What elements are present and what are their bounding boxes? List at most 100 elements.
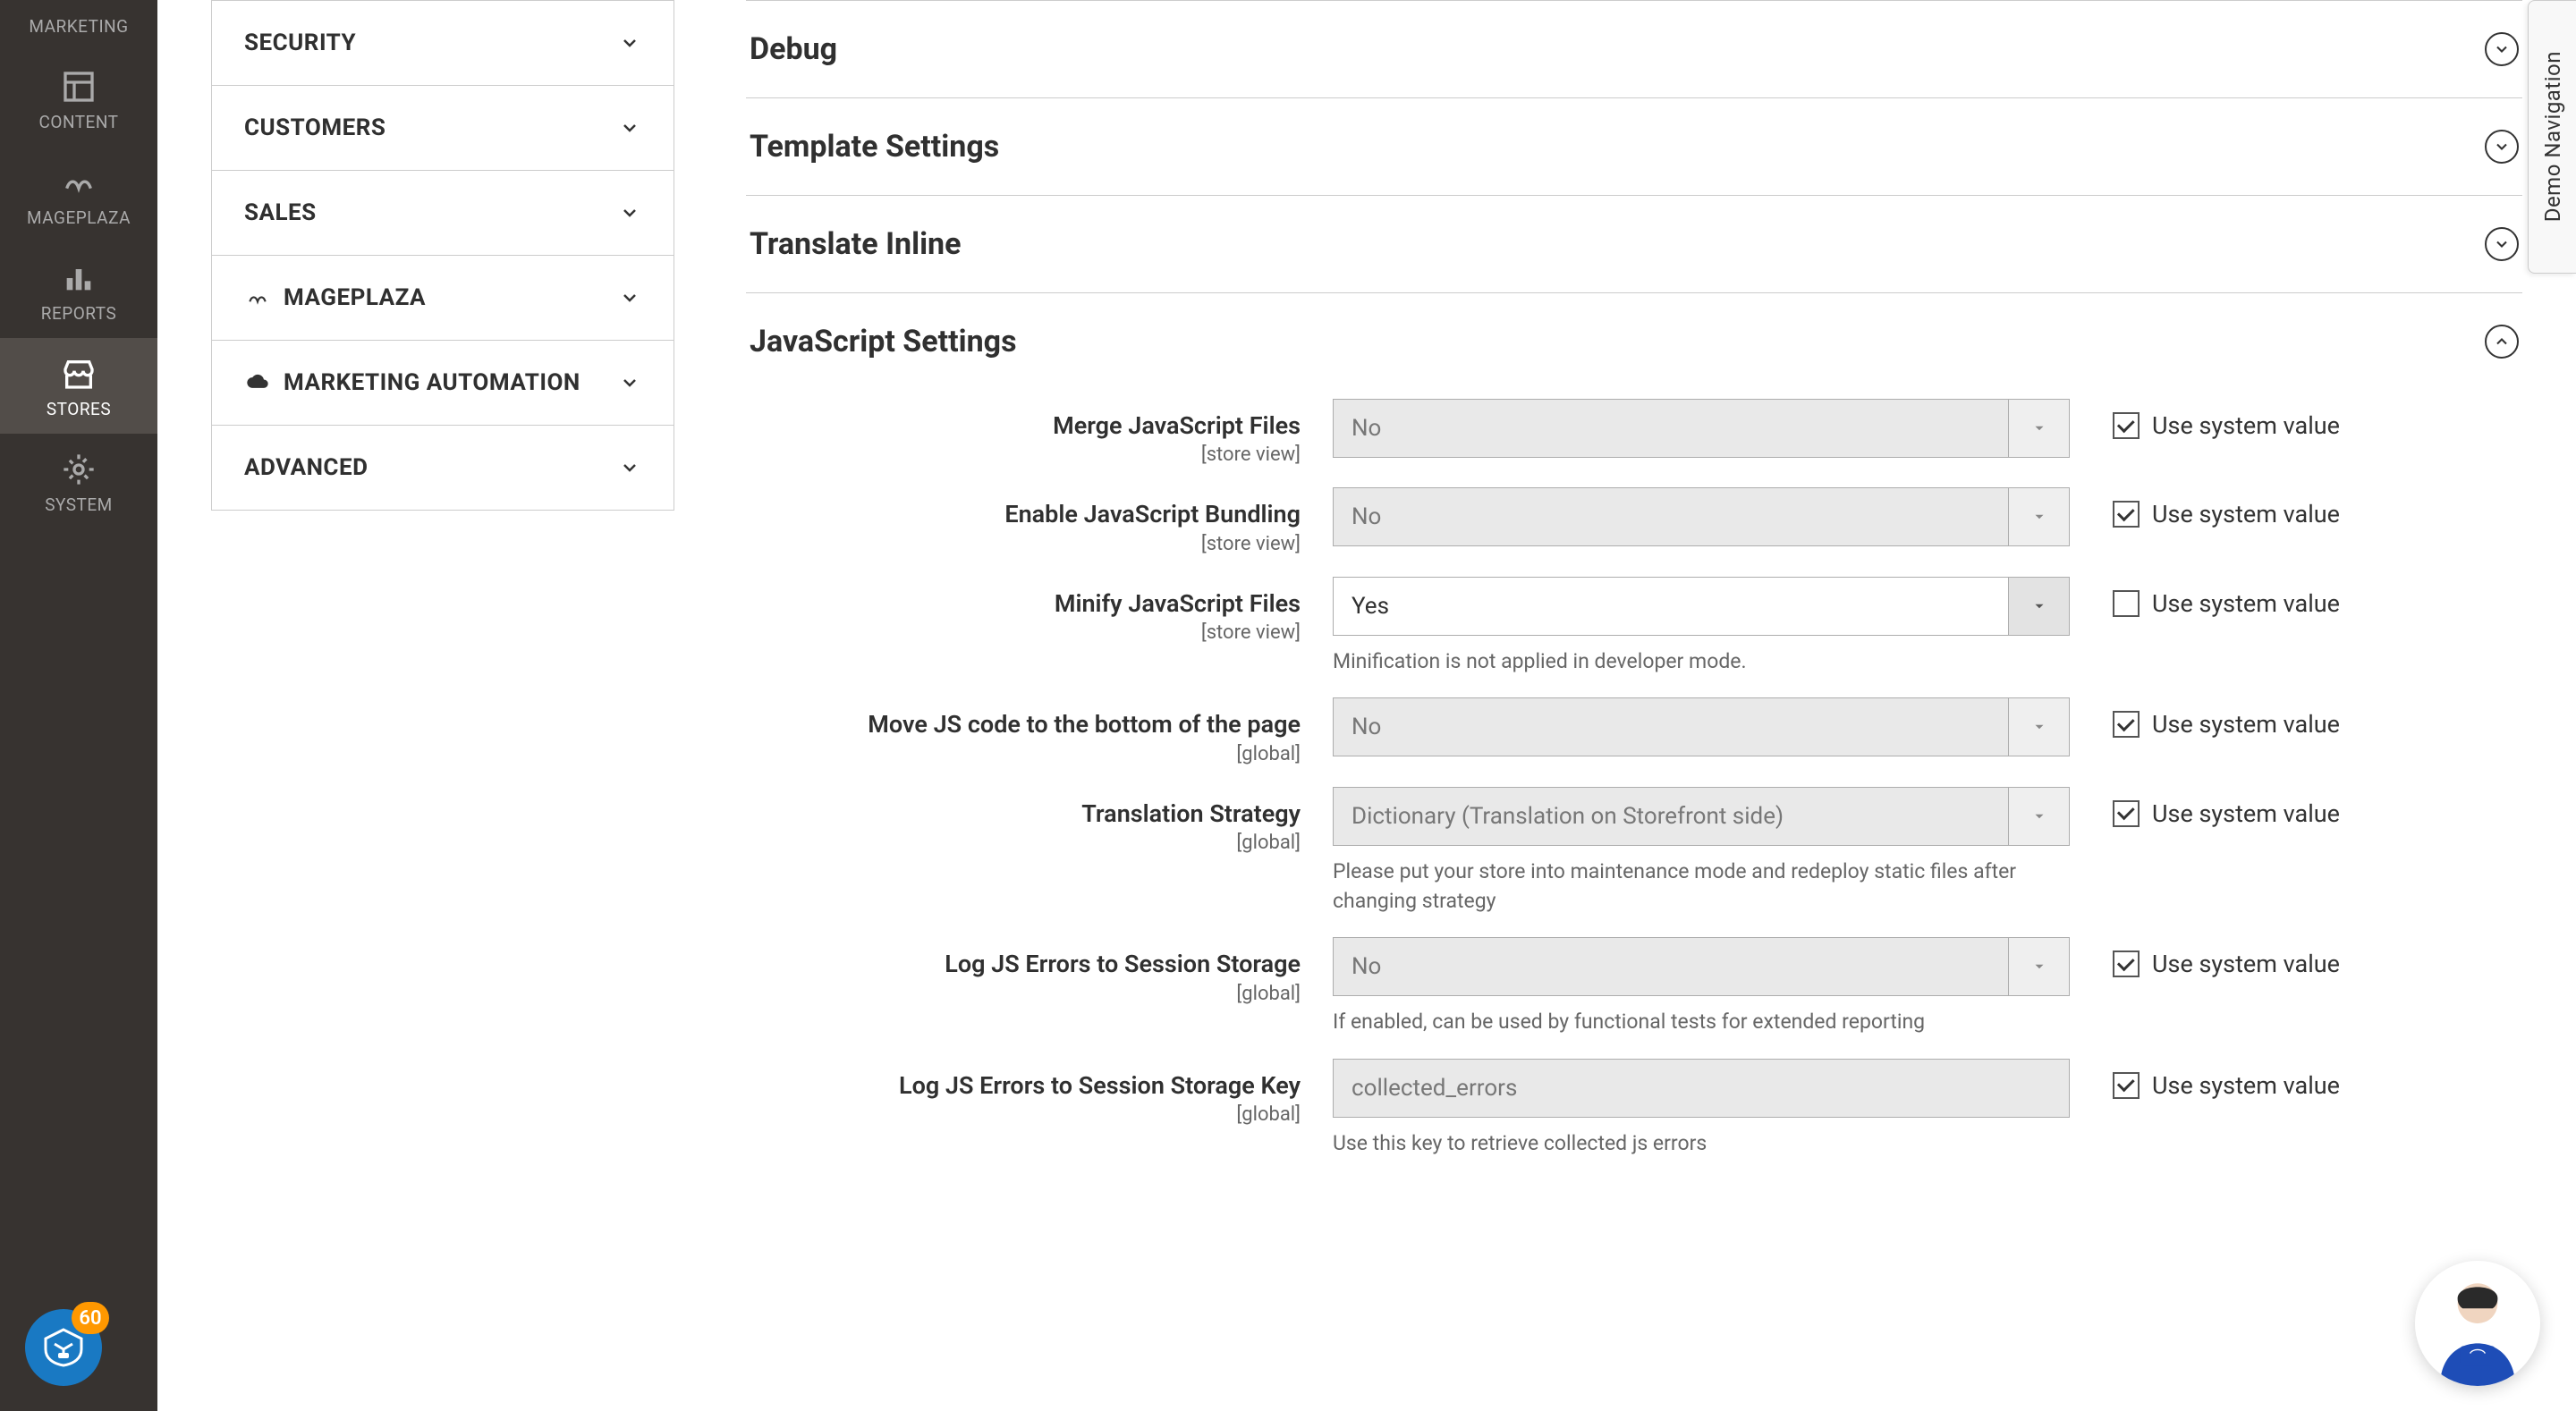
caret-down-icon [2008,488,2069,545]
nav-label: CONTENT [39,112,119,132]
config-tab-security[interactable]: SECURITY [211,0,674,86]
section-toggle-translate[interactable]: Translate Inline [746,196,2522,292]
config-tab-marketing-automation[interactable]: MARKETING AUTOMATION [211,341,674,426]
notification-count: 60 [72,1302,109,1334]
move-js-select[interactable]: No [1333,697,2070,756]
demo-navigation-toggle[interactable]: Demo Navigation [2528,0,2576,274]
nav-content[interactable]: CONTENT [0,51,157,147]
select-value: Yes [1334,578,2008,635]
use-system-checkbox[interactable] [2113,501,2140,528]
config-tab-customers[interactable]: CUSTOMERS [211,86,674,171]
caret-down-icon [2008,698,2069,756]
chevron-down-icon [618,201,641,224]
mageplaza-icon [244,284,271,311]
merge-js-select[interactable]: No [1333,399,2070,458]
config-tab-sales[interactable]: SALES [211,171,674,256]
tab-label-text: MARKETING AUTOMATION [284,369,580,396]
main-content: Debug Template Settings Translate Inline… [703,0,2576,1411]
nav-label: REPORTS [41,303,117,324]
field-scope: [global] [746,1103,1301,1126]
log-js-key-input[interactable] [1333,1059,2070,1118]
field-log-js-key: Log JS Errors to Session Storage Key [gl… [746,1059,2522,1158]
use-system-checkbox[interactable] [2113,590,2140,617]
section-title: Translate Inline [750,226,961,262]
select-value: No [1334,488,2008,545]
field-label: Enable JavaScript Bundling [746,498,1301,530]
store-icon [59,354,98,393]
section-toggle-template[interactable]: Template Settings [746,98,2522,195]
expand-icon [2485,32,2519,66]
field-log-js-errors: Log JS Errors to Session Storage [global… [746,937,2522,1036]
minify-js-select[interactable]: Yes [1333,577,2070,636]
field-label: Move JS code to the bottom of the page [746,708,1301,740]
tab-label-text: CUSTOMERS [244,114,386,141]
field-scope: [store view] [746,621,1301,644]
use-system-label: Use system value [2152,500,2340,528]
use-system-checkbox[interactable] [2113,412,2140,439]
admin-leftnav: MARKETING CONTENT MAGEPLAZA REPORTS STOR… [0,0,157,1411]
section-toggle-debug[interactable]: Debug [746,1,2522,97]
use-system-checkbox[interactable] [2113,800,2140,827]
use-system-label: Use system value [2152,799,2340,828]
nav-label: MARKETING [29,16,128,37]
js-bundling-select[interactable]: No [1333,487,2070,546]
field-scope: [store view] [746,444,1301,466]
config-tab-mageplaza[interactable]: MAGEPLAZA [211,256,674,341]
log-js-errors-select[interactable]: No [1333,937,2070,996]
section-toggle-js[interactable]: JavaScript Settings [746,293,2522,390]
field-label: Minify JavaScript Files [746,587,1301,620]
section-title: Template Settings [750,129,999,165]
js-settings-body: Merge JavaScript Files [store view] No U… [746,390,2522,1197]
config-tab-advanced[interactable]: ADVANCED [211,426,674,511]
select-value: No [1334,698,2008,756]
field-label: Translation Strategy [746,798,1301,830]
caret-down-icon [2008,578,2069,635]
tab-label-text: SALES [244,199,317,226]
nav-label: STORES [47,399,111,419]
select-value: Dictionary (Translation on Storefront si… [1334,788,2008,845]
use-system-checkbox[interactable] [2113,951,2140,977]
field-js-bundling: Enable JavaScript Bundling [store view] … [746,487,2522,554]
select-value: No [1334,400,2008,457]
config-tab-list: SECURITY CUSTOMERS SALES MAGEPLAZA MARKE… [157,0,703,1411]
layout-icon [59,67,98,106]
use-system-checkbox[interactable] [2113,1072,2140,1099]
nav-marketing[interactable]: MARKETING [0,0,157,51]
use-system-label: Use system value [2152,589,2340,618]
nav-reports[interactable]: REPORTS [0,242,157,338]
field-move-js: Move JS code to the bottom of the page [… [746,697,2522,765]
use-system-checkbox[interactable] [2113,711,2140,738]
cloud-icon [244,369,271,396]
expand-icon [2485,227,2519,261]
tab-label-text: ADVANCED [244,454,368,481]
caret-down-icon [2008,788,2069,845]
chevron-down-icon [618,31,641,55]
help-launcher[interactable]: 60 [25,1309,102,1386]
translation-strategy-select[interactable]: Dictionary (Translation on Storefront si… [1333,787,2070,846]
chevron-down-icon [618,116,641,139]
nav-stores[interactable]: STORES [0,338,157,434]
tab-label-text: MAGEPLAZA [284,284,426,311]
chat-launcher[interactable] [2415,1261,2540,1386]
nav-system[interactable]: SYSTEM [0,434,157,529]
gear-icon [59,450,98,489]
field-label: Log JS Errors to Session Storage [746,948,1301,980]
demo-nav-label: Demo Navigation [2540,51,2565,222]
field-scope: [global] [746,743,1301,765]
field-merge-js: Merge JavaScript Files [store view] No U… [746,399,2522,466]
field-scope: [global] [746,983,1301,1005]
collapse-icon [2485,325,2519,359]
field-note: If enabled, can be used by functional te… [1333,1007,2070,1036]
field-label: Merge JavaScript Files [746,410,1301,442]
use-system-label: Use system value [2152,710,2340,739]
mageplaza-icon [59,163,98,202]
use-system-label: Use system value [2152,950,2340,978]
use-system-label: Use system value [2152,1071,2340,1100]
select-value: No [1334,938,2008,995]
field-note: Please put your store into maintenance m… [1333,857,2070,917]
tab-label-text: SECURITY [244,30,356,56]
field-note: Minification is not applied in developer… [1333,646,2070,676]
field-label: Log JS Errors to Session Storage Key [746,1069,1301,1102]
nav-mageplaza[interactable]: MAGEPLAZA [0,147,157,242]
field-translation-strategy: Translation Strategy [global] Dictionary… [746,787,2522,917]
